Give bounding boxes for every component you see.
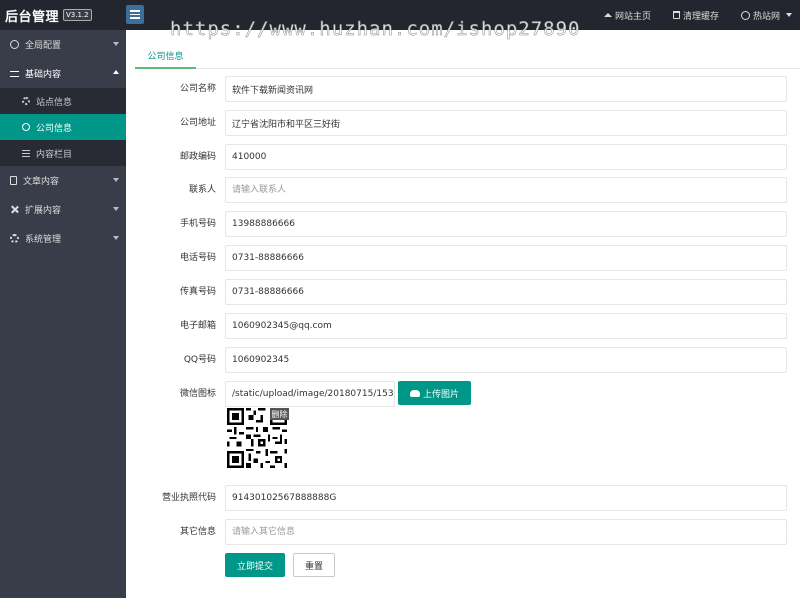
document-icon	[10, 176, 17, 185]
home-icon	[603, 13, 612, 17]
sidebar-subitem-content-columns[interactable]: 内容栏目	[0, 140, 126, 166]
fax-input[interactable]	[225, 279, 787, 305]
sidebar-item-label: 文章内容	[23, 177, 60, 187]
field-label: 传真号码	[179, 287, 216, 297]
company-name-input[interactable]	[225, 76, 787, 102]
email-field[interactable]	[225, 313, 787, 339]
business-license-input[interactable]	[225, 485, 787, 511]
chevron-down-icon	[113, 42, 119, 46]
form-row-other-info: 其它信息	[126, 519, 800, 545]
version-badge: V3.1.2	[63, 9, 92, 21]
field-label: 公司名称	[179, 84, 216, 94]
trash-icon	[672, 11, 680, 19]
field-label: 电子邮箱	[179, 321, 216, 331]
brand-title: 后台管理	[5, 9, 60, 25]
form-row-business-license: 营业执照代码	[126, 485, 800, 511]
form-row-wechat-icon: 微信图标 上传图片	[126, 381, 800, 407]
form-row-contact: 联系人	[126, 177, 800, 203]
nav-user-label: 热站网	[752, 11, 780, 22]
globe-icon	[10, 40, 19, 49]
chevron-down-icon	[113, 178, 119, 182]
field-label: 其它信息	[179, 527, 216, 537]
qq-input[interactable]	[225, 347, 787, 373]
postal-code-input[interactable]	[225, 144, 787, 170]
field-label: QQ号码	[183, 355, 216, 365]
sidebar-item-label: 系统管理	[25, 235, 62, 245]
form-row-postal-code: 邮政编码	[126, 144, 800, 170]
form-row-phone: 电话号码	[126, 245, 800, 271]
form-row-company-address: 公司地址	[126, 110, 800, 136]
top-nav: 网站主页 清理缓存 热站网	[603, 0, 792, 30]
gear-icon	[10, 234, 19, 243]
contact-input[interactable]	[225, 177, 787, 203]
nav-home-link[interactable]: 网站主页	[603, 9, 651, 22]
sidebar-item-extended-content[interactable]: 扩展内容	[0, 195, 126, 224]
field-label: 微信图标	[179, 389, 216, 399]
menu-toggle-button[interactable]	[126, 5, 144, 24]
company-address-input[interactable]	[225, 110, 787, 136]
sidebar-subitem-site-info[interactable]: 站点信息	[0, 88, 126, 114]
wechat-qr-preview: 删除	[227, 408, 289, 470]
upload-button-label: 上传图片	[422, 389, 459, 400]
form-row-fax: 传真号码	[126, 279, 800, 305]
sidebar-item-article-content[interactable]: 文章内容	[0, 166, 126, 195]
field-label: 电话号码	[179, 253, 216, 263]
nav-user-menu[interactable]: 热站网	[740, 9, 792, 22]
delete-image-button[interactable]: 删除	[270, 408, 289, 420]
upload-image-button[interactable]: 上传图片	[398, 381, 471, 405]
tab-bar: 公司信息	[135, 44, 800, 69]
form-row-qq: QQ号码	[126, 347, 800, 373]
form-row-mobile: 手机号码	[126, 211, 800, 237]
field-label: 公司地址	[179, 118, 216, 128]
user-icon	[740, 10, 750, 20]
brand[interactable]: 后台管理 V3.1.2	[0, 0, 126, 30]
sidebar-subitem-label: 站点信息	[36, 97, 73, 108]
nav-clear-cache-link[interactable]: 清理缓存	[672, 9, 719, 22]
form-row-email: 电子邮箱	[126, 313, 800, 339]
phone-input[interactable]	[225, 245, 787, 271]
chevron-down-icon	[786, 13, 792, 17]
field-label: 联系人	[188, 185, 216, 195]
sidebar-subitem-label: 内容栏目	[36, 149, 73, 160]
nav-clear-cache-label: 清理缓存	[682, 11, 719, 22]
copyright-icon	[22, 123, 30, 131]
sidebar-item-global-config[interactable]: 全局配置	[0, 30, 126, 59]
sidebar: 全局配置 基础内容 站点信息 公司信息 内容栏目 文章内容 扩展内容 系统管理	[0, 30, 126, 598]
gear-icon	[22, 97, 30, 105]
sidebar-item-label: 基础内容	[25, 70, 62, 80]
expand-icon	[10, 205, 19, 214]
tab-company-info[interactable]: 公司信息	[135, 44, 196, 69]
hamburger-icon	[130, 10, 140, 12]
sidebar-subitem-company-info[interactable]: 公司信息	[0, 114, 126, 140]
field-label: 手机号码	[179, 219, 216, 229]
sliders-icon	[10, 71, 19, 77]
chevron-down-icon	[113, 236, 119, 240]
submit-button[interactable]: 立即提交	[225, 553, 285, 577]
nav-home-label: 网站主页	[614, 11, 651, 22]
field-label: 邮政编码	[179, 152, 216, 162]
chevron-down-icon	[113, 207, 119, 211]
top-bar: 后台管理 V3.1.2 网站主页 清理缓存 热站网	[0, 0, 800, 30]
main-content: 公司信息 公司名称 公司地址 邮政编码 联系人 手机号码 电话号码 传真号码 电…	[126, 30, 800, 598]
sidebar-subitem-label: 公司信息	[36, 123, 73, 134]
mobile-input[interactable]	[225, 211, 787, 237]
reset-button[interactable]: 重置	[293, 553, 335, 577]
sidebar-item-label: 全局配置	[25, 41, 62, 51]
cloud-upload-icon	[409, 389, 420, 397]
bars-icon	[22, 149, 30, 157]
sidebar-submenu: 站点信息 公司信息 内容栏目	[0, 88, 126, 166]
sidebar-item-system-management[interactable]: 系统管理	[0, 224, 126, 253]
sidebar-item-basic-content[interactable]: 基础内容	[0, 59, 126, 88]
field-label: 营业执照代码	[161, 493, 216, 503]
form-row-company-name: 公司名称	[126, 76, 800, 102]
wechat-icon-path-input[interactable]	[225, 381, 395, 407]
other-info-input[interactable]	[225, 519, 787, 545]
chevron-up-icon	[113, 70, 119, 74]
sidebar-item-label: 扩展内容	[25, 206, 62, 216]
